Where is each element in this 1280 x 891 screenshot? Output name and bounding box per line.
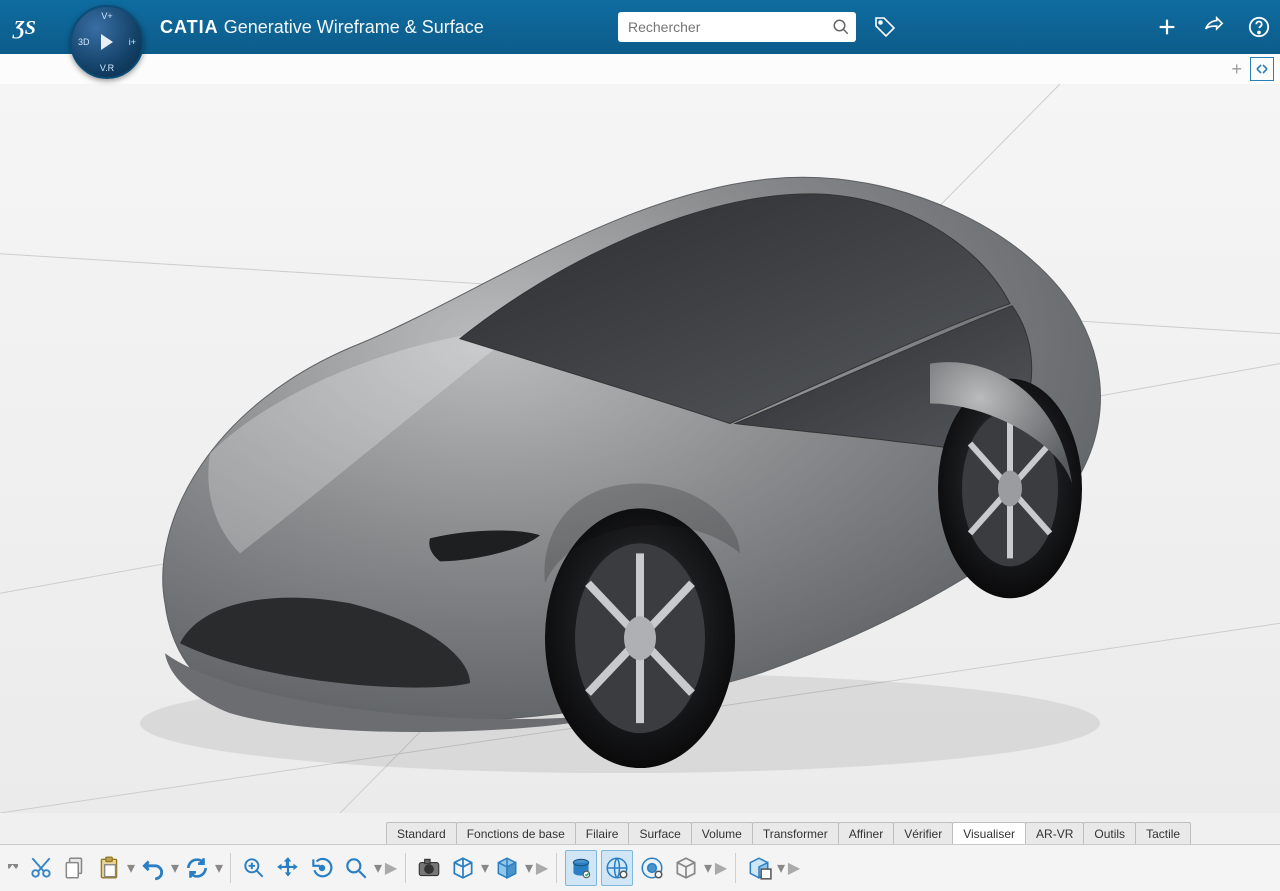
action-bar-tabs: StandardFonctions de baseFilaireSurfaceV… xyxy=(386,817,1190,845)
undo-button[interactable] xyxy=(138,851,168,885)
view-mode-button[interactable] xyxy=(448,851,478,885)
ambience-button[interactable] xyxy=(601,850,633,886)
update-dropdown[interactable]: ▾ xyxy=(214,858,224,878)
share-icon[interactable] xyxy=(1200,14,1226,40)
logo-3ds[interactable]: ƷS xyxy=(8,6,50,48)
toolbar-separator xyxy=(405,853,406,883)
pan-button[interactable] xyxy=(273,851,303,885)
toolbar-separator xyxy=(556,853,557,883)
tab-strip-top: + xyxy=(0,54,1280,85)
paste-dropdown[interactable]: ▾ xyxy=(126,858,136,878)
shading-dropdown[interactable]: ▾ xyxy=(524,858,534,878)
top-header: ƷS V+ V.R 3D i+ CATIA Generative Wirefra… xyxy=(0,0,1280,54)
search-icon[interactable] xyxy=(826,12,856,42)
action-bar: ▾ ▾ ▾ ▾ ▶ ▾ ▾ ▶ ▾ xyxy=(0,844,1280,891)
toolbar-expand-handle[interactable] xyxy=(6,858,20,878)
tab-standard[interactable]: Standard xyxy=(386,822,457,845)
tab-fonctions-de-base[interactable]: Fonctions de base xyxy=(456,822,576,845)
search-input[interactable] xyxy=(618,19,826,35)
play-icon xyxy=(101,34,113,50)
help-icon[interactable] xyxy=(1246,14,1272,40)
compass-north: V+ xyxy=(101,11,112,21)
collapse-panel-icon[interactable] xyxy=(1250,57,1274,81)
render-more-icon[interactable]: ▶ xyxy=(536,858,548,878)
3d-panel-dropdown[interactable]: ▾ xyxy=(776,858,786,878)
right-more-icon[interactable]: ▶ xyxy=(788,858,800,878)
shading-button[interactable] xyxy=(492,851,522,885)
app-brand: CATIA xyxy=(160,17,219,37)
paste-button[interactable] xyxy=(94,851,124,885)
undo-dropdown[interactable]: ▾ xyxy=(170,858,180,878)
svg-text:ƷS: ƷS xyxy=(12,17,36,39)
view-more-icon[interactable]: ▶ xyxy=(385,858,397,878)
tab-transformer[interactable]: Transformer xyxy=(752,822,839,845)
materials-button[interactable] xyxy=(565,850,597,886)
view-mode-dropdown[interactable]: ▾ xyxy=(480,858,490,878)
tab-vérifier[interactable]: Vérifier xyxy=(893,822,953,845)
3d-panel-button[interactable] xyxy=(744,851,774,885)
app-title: CATIA Generative Wireframe & Surface xyxy=(160,17,484,38)
scene-button[interactable] xyxy=(637,851,667,885)
cut-button[interactable] xyxy=(26,851,56,885)
add-tab-icon[interactable]: + xyxy=(1231,59,1242,80)
toolbar-separator xyxy=(735,853,736,883)
tab-visualiser[interactable]: Visualiser xyxy=(952,822,1026,845)
fit-all-button[interactable] xyxy=(239,851,269,885)
compass-widget[interactable]: V+ V.R 3D i+ xyxy=(70,5,144,79)
hlr-button[interactable] xyxy=(671,851,701,885)
compass-west: 3D xyxy=(78,37,90,47)
rotate-button[interactable] xyxy=(307,851,337,885)
tab-ar-vr[interactable]: AR-VR xyxy=(1025,822,1084,845)
toolbar-separator xyxy=(230,853,231,883)
viewport-3d[interactable] xyxy=(0,84,1280,813)
compass-east: i+ xyxy=(129,37,136,47)
tab-volume[interactable]: Volume xyxy=(691,822,753,845)
tab-filaire[interactable]: Filaire xyxy=(575,822,630,845)
visualize-more-icon[interactable]: ▶ xyxy=(715,858,727,878)
tab-surface[interactable]: Surface xyxy=(628,822,691,845)
hlr-dropdown[interactable]: ▾ xyxy=(703,858,713,878)
tab-outils[interactable]: Outils xyxy=(1083,822,1136,845)
capture-button[interactable] xyxy=(414,851,444,885)
copy-button[interactable] xyxy=(60,851,90,885)
update-button[interactable] xyxy=(182,851,212,885)
tag-icon[interactable] xyxy=(870,12,900,42)
search-box[interactable] xyxy=(618,12,856,42)
zoom-button[interactable] xyxy=(341,851,371,885)
app-subtitle: Generative Wireframe & Surface xyxy=(224,17,484,37)
zoom-dropdown[interactable]: ▾ xyxy=(373,858,383,878)
tab-tactile[interactable]: Tactile xyxy=(1135,822,1191,845)
header-right-actions xyxy=(1154,0,1272,54)
tab-affiner[interactable]: Affiner xyxy=(838,822,894,845)
compass-south: V.R xyxy=(100,63,114,73)
add-content-icon[interactable] xyxy=(1154,14,1180,40)
